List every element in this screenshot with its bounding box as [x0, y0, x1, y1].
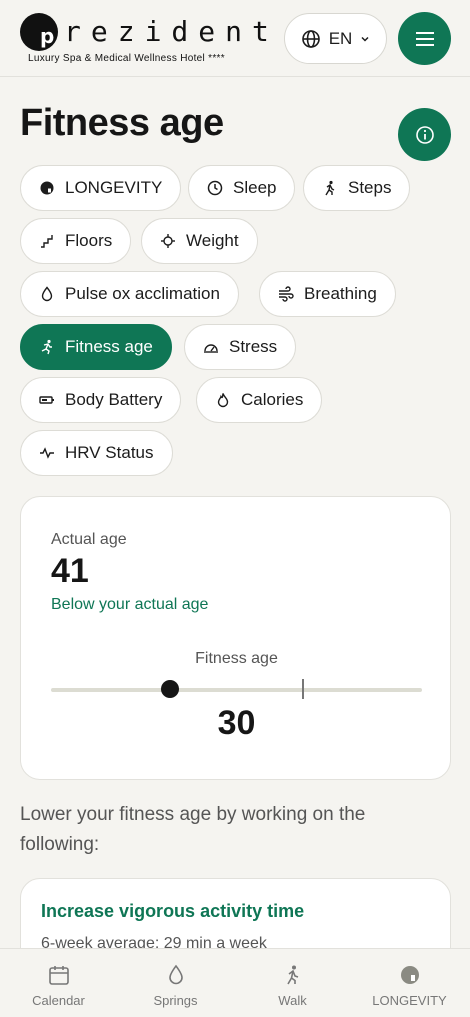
bottom-navigation: Calendar Springs Walk LONGEVITY	[0, 948, 470, 1017]
nav-calendar[interactable]: Calendar	[0, 949, 117, 1017]
chip-weight[interactable]: Weight	[141, 218, 258, 264]
crosshair-icon	[160, 233, 176, 249]
logo-wordmark: rezident	[64, 15, 279, 48]
chip-floors[interactable]: Floors	[20, 218, 132, 264]
actual-age-value: 41	[51, 552, 89, 590]
nav-springs[interactable]: Springs	[117, 949, 234, 1017]
walking-icon	[322, 180, 338, 196]
chip-stress[interactable]: Stress	[184, 324, 297, 370]
chip-breathing[interactable]: Breathing	[259, 271, 396, 317]
running-icon	[39, 339, 55, 355]
actual-age-marker	[302, 679, 305, 699]
nav-label: LONGEVITY	[372, 993, 447, 1008]
chip-hrv-status[interactable]: HRV Status	[20, 430, 173, 476]
age-comparison-text: Below your actual age	[51, 596, 209, 613]
hamburger-icon	[415, 31, 434, 46]
fitness-age-indicator	[160, 680, 179, 698]
chip-label: Steps	[348, 178, 392, 197]
logo-mark: p	[20, 13, 58, 51]
nav-label: Calendar	[32, 993, 85, 1008]
chip-label: Fitness age	[65, 337, 153, 356]
app-header: p rezident Luxury Spa & Medical Wellness…	[0, 0, 470, 77]
fitness-age-scale	[51, 688, 422, 692]
tip-title: Increase vigorous activity time	[41, 901, 305, 921]
logo-tagline: Luxury Spa & Medical Wellness Hotel ****	[28, 53, 225, 64]
chip-calories[interactable]: Calories	[196, 377, 323, 423]
chip-sleep[interactable]: Sleep	[188, 165, 296, 211]
page-title: Fitness age	[20, 102, 224, 144]
chip-label: Weight	[186, 231, 239, 250]
info-icon	[415, 125, 434, 144]
fitness-age-label: Fitness age	[195, 650, 278, 667]
chip-pulse-ox[interactable]: Pulse ox acclimation	[20, 271, 239, 317]
fitness-age-value: 30	[217, 704, 256, 742]
advice-intro: Lower your fitness age by working on the…	[20, 804, 366, 855]
chip-label: HRV Status	[65, 443, 154, 462]
stairs-icon	[39, 233, 55, 249]
flame-icon	[215, 392, 231, 408]
nav-longevity[interactable]: LONGEVITY	[351, 949, 468, 1017]
info-button[interactable]	[398, 108, 451, 161]
fitness-age-card: Actual age 41 Below your actual age Fitn…	[20, 496, 451, 780]
walking-icon	[281, 963, 305, 987]
chip-label: Sleep	[233, 178, 277, 197]
chip-label: Stress	[229, 337, 278, 356]
logo-letter: p	[40, 24, 55, 48]
longevity-icon	[39, 180, 55, 196]
chip-label: Pulse ox acclimation	[65, 284, 220, 303]
battery-icon	[39, 392, 55, 408]
nav-label: Springs	[153, 993, 198, 1008]
chevron-down-icon	[361, 36, 369, 42]
chip-fitness-age[interactable]: Fitness age	[20, 324, 172, 370]
chip-label: Breathing	[304, 284, 377, 303]
chip-label: Body Battery	[65, 390, 163, 409]
nav-walk[interactable]: Walk	[234, 949, 351, 1017]
chip-label: LONGEVITY	[65, 178, 163, 197]
prezident-logo[interactable]: p rezident Luxury Spa & Medical Wellness…	[20, 13, 269, 65]
longevity-icon	[398, 963, 422, 987]
calendar-icon	[47, 963, 71, 987]
nav-label: Walk	[278, 993, 307, 1008]
globe-icon	[301, 29, 320, 48]
language-label: EN	[328, 28, 353, 48]
chip-body-battery[interactable]: Body Battery	[20, 377, 182, 423]
chip-longevity[interactable]: LONGEVITY	[20, 165, 182, 211]
wind-icon	[278, 286, 294, 302]
actual-age-label: Actual age	[51, 531, 127, 548]
chip-steps[interactable]: Steps	[303, 165, 411, 211]
gauge-icon	[203, 339, 219, 355]
drop-icon	[39, 286, 55, 302]
chip-label: Floors	[65, 231, 113, 250]
pulse-icon	[39, 445, 55, 461]
chip-label: Calories	[241, 390, 304, 409]
language-selector[interactable]: EN	[284, 13, 387, 64]
clock-icon	[207, 180, 223, 196]
menu-button[interactable]	[398, 12, 451, 65]
drop-icon	[164, 963, 188, 987]
